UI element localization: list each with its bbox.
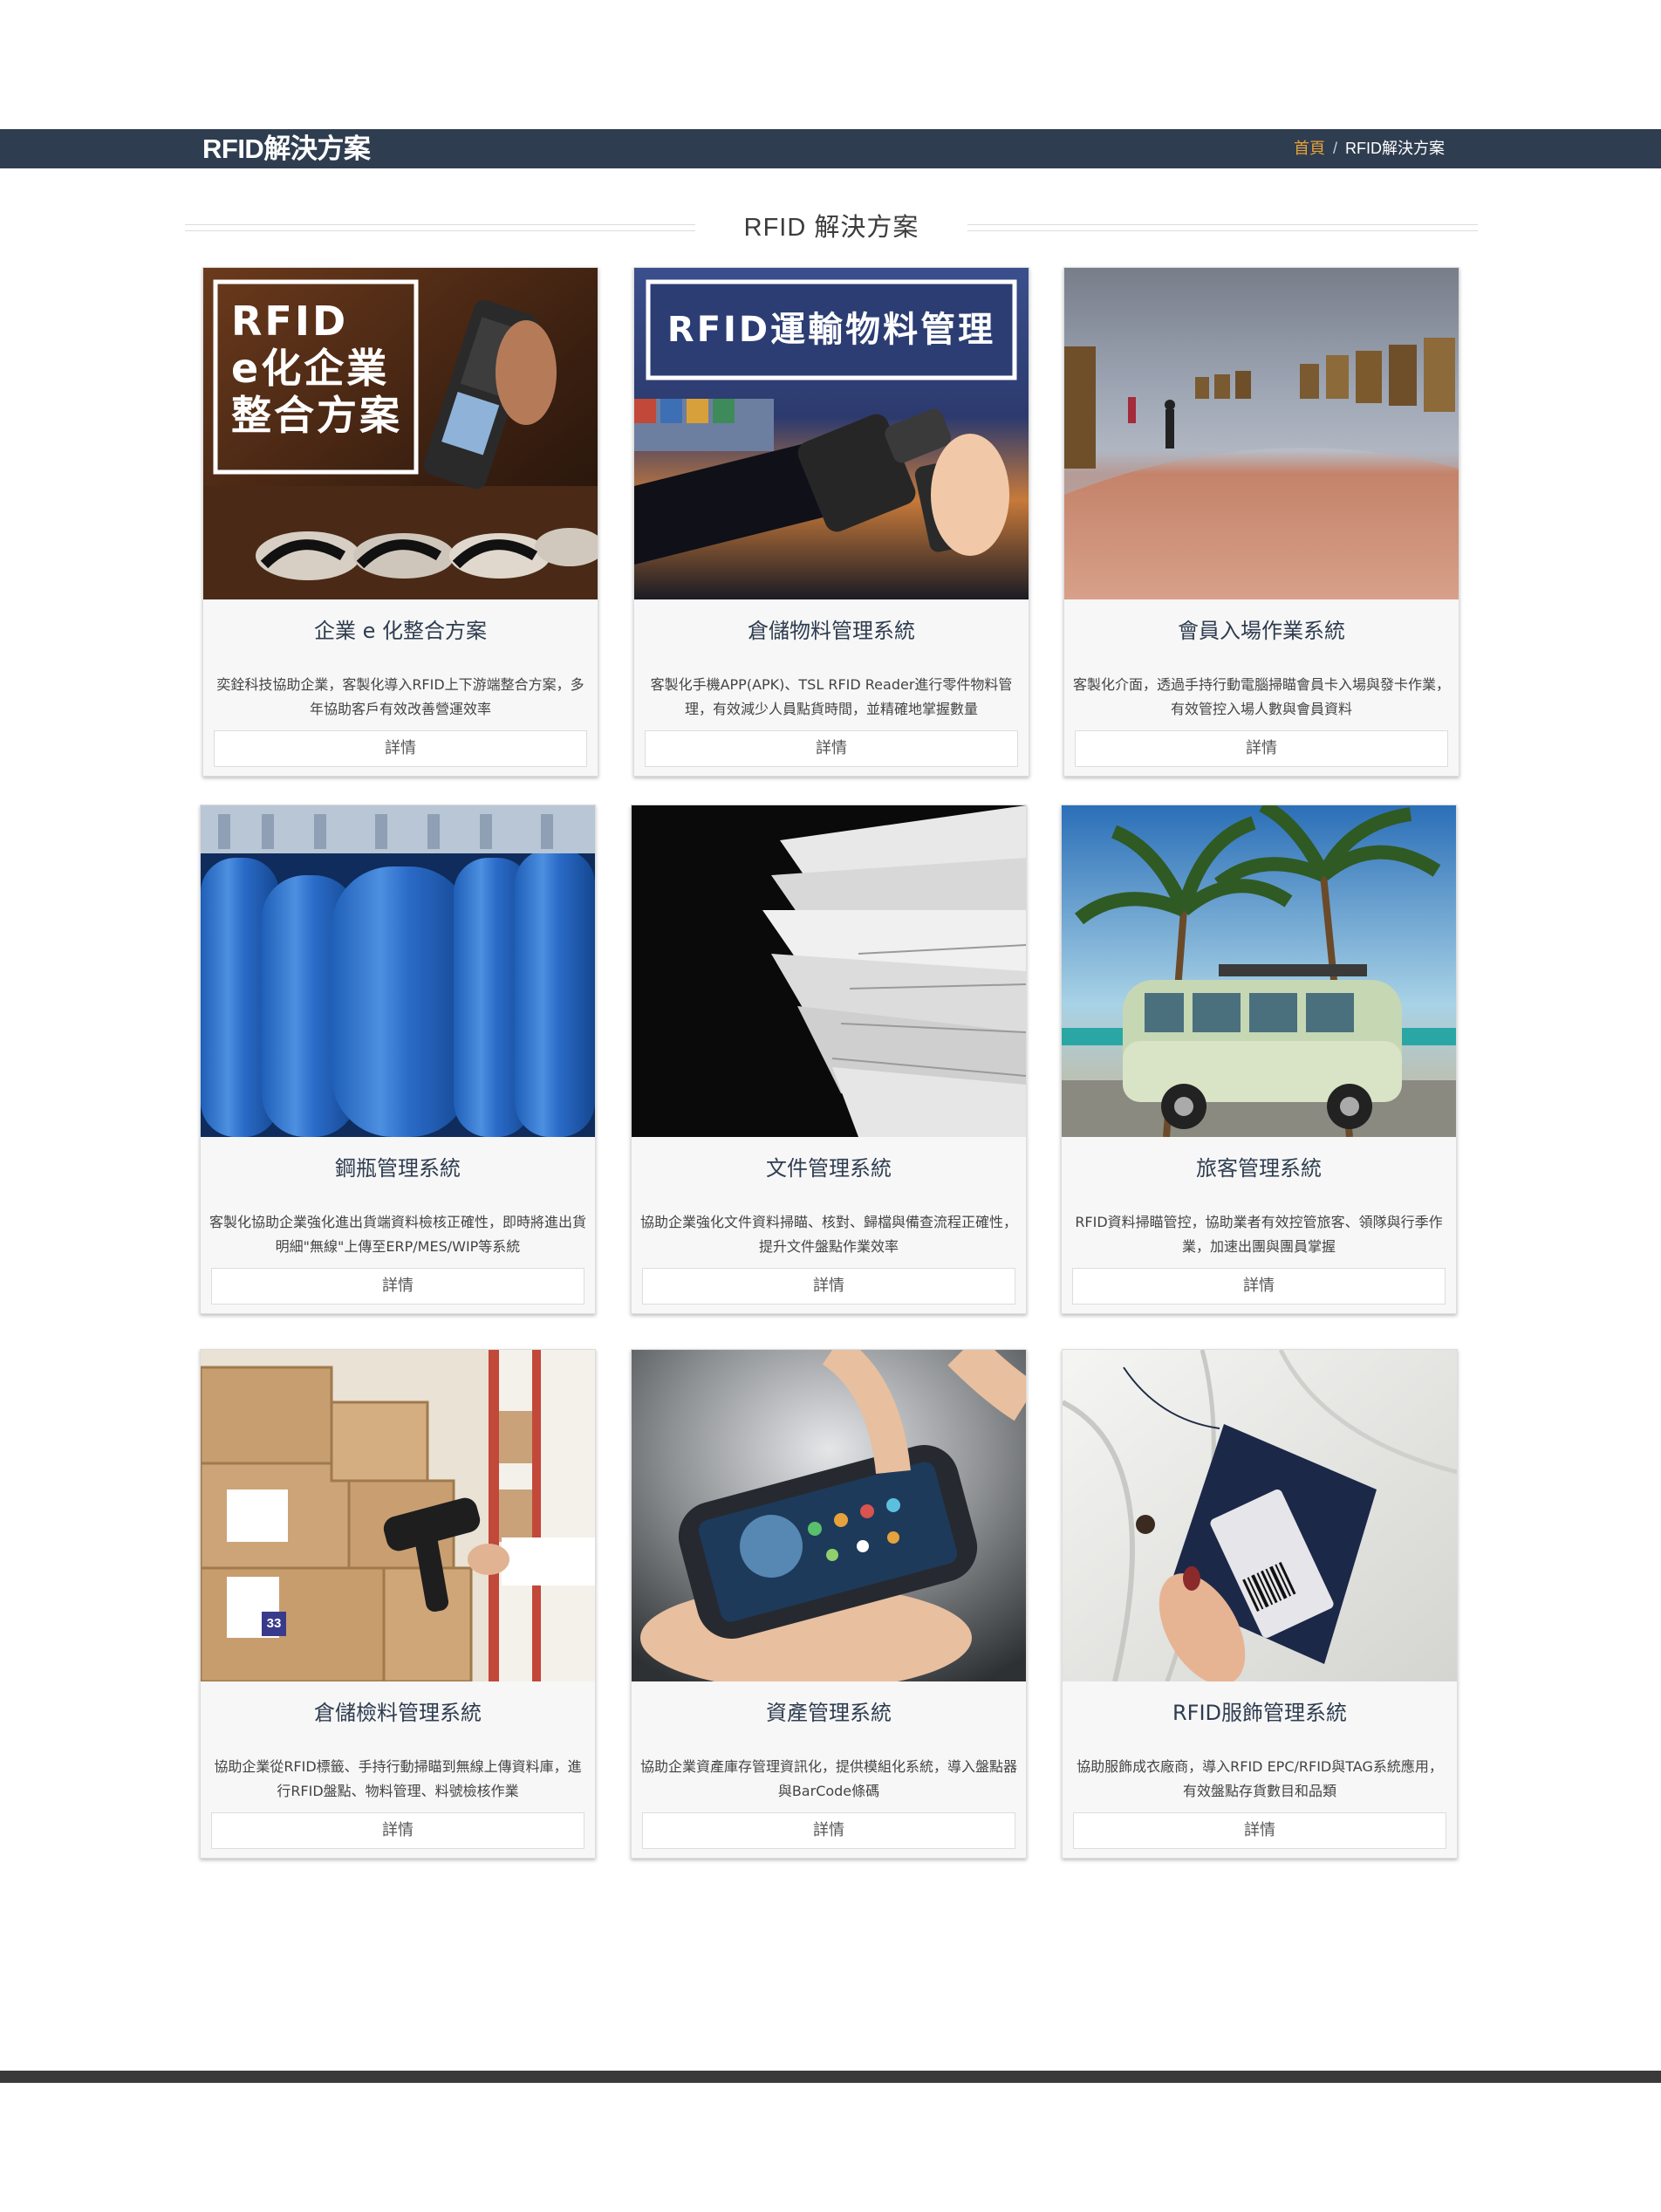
card-image-document — [632, 805, 1026, 1137]
solution-card-enterprise: RFID e化企業 整合方案 企業 e 化整合方案 奕銓科技協助企業，客製化導入… — [202, 267, 598, 777]
breadcrumb-home-link[interactable]: 首頁 — [1294, 140, 1325, 157]
solution-card-member-entry: 會員入場作業系統 客製化介面，透過手持行動電腦掃瞄會員卡入場與發卡作業，有效管控… — [1063, 267, 1459, 777]
card-description: 客製化介面，透過手持行動電腦掃瞄會員卡入場與發卡作業，有效管控入場人數與會員資料 — [1073, 676, 1451, 717]
image-text-line: RFID運輸物料管理 — [666, 310, 996, 350]
card-title: 企業 e 化整合方案 — [313, 619, 488, 643]
footer-bar — [0, 2071, 1661, 2083]
card-image-asset — [632, 1350, 1026, 1681]
details-button[interactable]: 詳情 — [1075, 730, 1448, 767]
card-description: 協助企業資產庫存管理資訊化，提供模組化系統，導入盤點器與BarCode條碼 — [640, 1758, 1018, 1799]
card-title: 倉儲檢料管理系統 — [314, 1701, 482, 1725]
card-description: 協助企業從RFID標籤、手持行動掃瞄到無線上傳資料庫，進行RFID盤點、物料管理… — [214, 1758, 582, 1799]
card-title: 鋼瓶管理系統 — [335, 1156, 461, 1181]
card-description: 奕銓科技協助企業，客製化導入RFID上下游端整合方案，多年協助客戶有效改善營運效… — [216, 676, 584, 717]
card-description: 協助企業強化文件資料掃瞄、核對、歸檔與備查流程正確性，提升文件盤點作業效率 — [640, 1214, 1018, 1255]
details-button[interactable]: 詳情 — [211, 1268, 584, 1305]
solution-card-document: 文件管理系統 協助企業強化文件資料掃瞄、核對、歸檔與備查流程正確性，提升文件盤點… — [631, 805, 1027, 1314]
card-image-apparel — [1063, 1350, 1457, 1681]
card-image-enterprise: RFID e化企業 整合方案 — [203, 268, 598, 599]
breadcrumb-separator: / — [1332, 140, 1337, 157]
card-image-gas-cylinder — [201, 805, 595, 1137]
solution-card-traveler: 旅客管理系統 RFID資料掃瞄管控，協助業者有效控管旅客、領隊與行季作業，加速出… — [1061, 805, 1457, 1314]
solution-card-apparel: RFID服飾管理系統 協助服飾成衣廠商，導入RFID EPC/RFID與TAG系… — [1062, 1349, 1458, 1859]
image-text-line: RFID — [231, 298, 349, 345]
details-button[interactable]: 詳情 — [642, 1812, 1015, 1849]
card-image-warehouse-materials: RFID運輸物料管理 — [634, 268, 1029, 599]
breadcrumb: 首頁 / RFID解決方案 — [1294, 129, 1445, 168]
card-title: 會員入場作業系統 — [1178, 619, 1345, 643]
card-description: 客製化協助企業強化進出貨端資料檢核正確性，即時將進出貨明細"無線"上傳至ERP/… — [209, 1214, 587, 1255]
card-image-traveler — [1062, 805, 1456, 1137]
solution-card-asset: 資產管理系統 協助企業資產庫存管理資訊化，提供模組化系統，導入盤點器與BarCo… — [631, 1349, 1027, 1859]
page-title: RFID解決方案 — [202, 134, 371, 164]
solution-card-inventory-check: 33 倉儲檢料管理系統 協助企業從RFID標籤、手持行動掃瞄到無線上傳資料庫，進… — [200, 1349, 596, 1859]
solution-card-gas-cylinder: 鋼瓶管理系統 客製化協助企業強化進出貨端資料檢核正確性，即時將進出貨明細"無線"… — [200, 805, 596, 1314]
card-image-inventory-check: 33 — [201, 1350, 595, 1681]
image-text-line: e化企業 — [231, 345, 390, 392]
details-button[interactable]: 詳情 — [1073, 1812, 1446, 1849]
card-title: 資產管理系統 — [766, 1701, 892, 1725]
details-button[interactable]: 詳情 — [211, 1812, 584, 1849]
section-heading-text: RFID 解決方案 — [743, 214, 919, 242]
details-button[interactable]: 詳情 — [214, 730, 587, 767]
breadcrumb-current: RFID解決方案 — [1345, 140, 1445, 157]
solution-card-warehouse-materials: RFID運輸物料管理 倉儲物料管理系統 客製化手機APP(APK)、TSL RF… — [633, 267, 1029, 777]
box-label-text: 33 — [266, 1616, 282, 1631]
section-heading: RFID 解決方案 — [185, 206, 1478, 250]
card-title: 文件管理系統 — [766, 1156, 892, 1181]
card-description: 協助服飾成衣廠商，導入RFID EPC/RFID與TAG系統應用，有效盤點存貨數… — [1077, 1758, 1443, 1799]
card-image-member-entry — [1064, 268, 1459, 599]
page: RFID解決方案 首頁 / RFID解決方案 RFID 解決方案 RFID e化… — [0, 0, 1661, 2212]
details-button[interactable]: 詳情 — [1072, 1268, 1446, 1305]
card-description: RFID資料掃瞄管控，協助業者有效控管旅客、領隊與行季作業，加速出團與團員掌握 — [1075, 1214, 1443, 1255]
details-button[interactable]: 詳情 — [645, 730, 1018, 767]
details-button[interactable]: 詳情 — [642, 1268, 1015, 1305]
card-description: 客製化手機APP(APK)、TSL RFID Reader進行零件物料管理，有效… — [650, 676, 1013, 717]
card-title: 旅客管理系統 — [1196, 1156, 1322, 1181]
title-bar: RFID解決方案 首頁 / RFID解決方案 — [0, 129, 1661, 168]
card-title: 倉儲物料管理系統 — [748, 619, 915, 643]
card-title: RFID服飾管理系統 — [1172, 1701, 1348, 1725]
image-text-line: 整合方案 — [231, 392, 402, 439]
